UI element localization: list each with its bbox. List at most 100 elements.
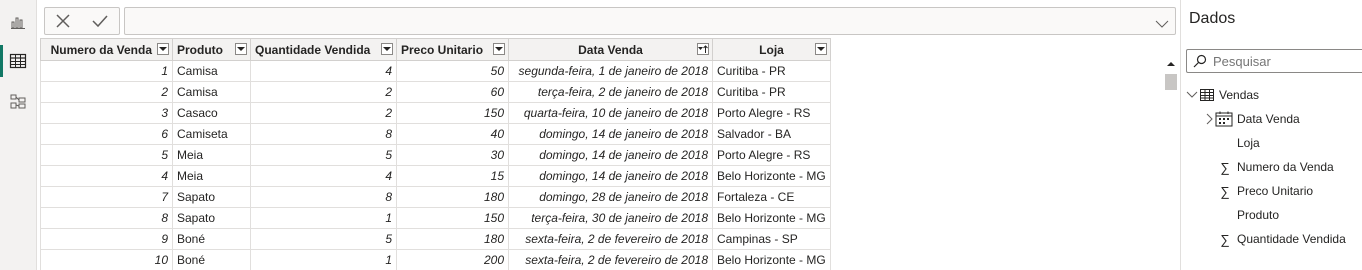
cell-quantidade-vendida[interactable]: 2 (250, 102, 397, 124)
table-row[interactable]: 1 Camisa 4 50 segunda-feira, 1 de janeiro de… (40, 60, 831, 82)
tree-table-vendas[interactable]: Vendas (1186, 85, 1259, 105)
cell-preco-unitario[interactable]: 60 (396, 81, 509, 103)
cell-loja[interactable]: Curitiba - PR (712, 60, 831, 82)
filter-dropdown-button[interactable] (815, 43, 827, 55)
field-produto[interactable]: Produto (1237, 205, 1279, 225)
cell-numero-da-venda[interactable]: 7 (40, 186, 173, 208)
cell-loja[interactable]: Curitiba - PR (712, 81, 831, 103)
table-row[interactable]: 9 Boné 5 180 sexta-feira, 2 de fevereiro de … (40, 228, 831, 250)
table-row[interactable]: 10 Boné 1 200 sexta-feira, 2 de fevereiro de… (40, 249, 831, 270)
table-view-button[interactable] (0, 43, 36, 79)
expand-formula-button[interactable] (1155, 14, 1169, 33)
cell-data-venda[interactable]: domingo, 14 de janeiro de 2018 (508, 123, 713, 145)
cell-numero-da-venda[interactable]: 2 (40, 81, 173, 103)
cell-loja[interactable]: Campinas - SP (712, 228, 831, 250)
cell-produto[interactable]: Sapato (172, 207, 251, 229)
cell-quantidade-vendida[interactable]: 2 (250, 81, 397, 103)
cell-produto[interactable]: Camiseta (172, 123, 251, 145)
field-preco-unitario[interactable]: ∑ Preco Unitario (1217, 181, 1313, 201)
cell-data-venda[interactable]: sexta-feira, 2 de fevereiro de 2018 (508, 228, 713, 250)
cell-quantidade-vendida[interactable]: 1 (250, 207, 397, 229)
cell-numero-da-venda[interactable]: 4 (40, 165, 173, 187)
cell-data-venda[interactable]: segunda-feira, 1 de janeiro de 2018 (508, 60, 713, 82)
cell-preco-unitario[interactable]: 150 (396, 207, 509, 229)
cell-preco-unitario[interactable]: 15 (396, 165, 509, 187)
cell-produto[interactable]: Casaco (172, 102, 251, 124)
filter-dropdown-button[interactable] (493, 43, 505, 55)
cell-loja[interactable]: Belo Horizonte - MG (712, 249, 831, 270)
filter-dropdown-button[interactable] (157, 43, 169, 55)
cell-numero-da-venda[interactable]: 5 (40, 144, 173, 166)
cell-quantidade-vendida[interactable]: 8 (250, 186, 397, 208)
cell-data-venda[interactable]: domingo, 14 de janeiro de 2018 (508, 144, 713, 166)
table-row[interactable]: 7 Sapato 8 180 domingo, 28 de janeiro de 201… (40, 186, 831, 208)
column-header-quantidade-vendida[interactable]: Quantidade Vendida (250, 38, 397, 61)
cell-preco-unitario[interactable]: 180 (396, 228, 509, 250)
cell-preco-unitario[interactable]: 40 (396, 123, 509, 145)
cell-quantidade-vendida[interactable]: 4 (250, 60, 397, 82)
cell-produto[interactable]: Camisa (172, 81, 251, 103)
table-row[interactable]: 5 Meia 5 30 domingo, 14 de janeiro de 2018 Po… (40, 144, 831, 166)
cell-loja[interactable]: Salvador - BA (712, 123, 831, 145)
cell-quantidade-vendida[interactable]: 4 (250, 165, 397, 187)
field-loja[interactable]: Loja (1237, 133, 1260, 153)
table-row[interactable]: 8 Sapato 1 150 terça-feira, 30 de janeiro de… (40, 207, 831, 229)
cell-numero-da-venda[interactable]: 6 (40, 123, 173, 145)
sort-filter-button[interactable] (697, 43, 709, 55)
cell-quantidade-vendida[interactable]: 5 (250, 144, 397, 166)
column-header-numero-da-venda[interactable]: Numero da Venda (40, 38, 173, 61)
cell-preco-unitario[interactable]: 200 (396, 249, 509, 270)
table-row[interactable]: 3 Casaco 2 150 quarta-feira, 10 de janeiro d… (40, 102, 831, 124)
filter-dropdown-button[interactable] (381, 43, 393, 55)
column-header-data-venda[interactable]: Data Venda (508, 38, 713, 61)
cell-numero-da-venda[interactable]: 1 (40, 60, 173, 82)
formula-input[interactable] (124, 7, 1176, 35)
cell-numero-da-venda[interactable]: 3 (40, 102, 173, 124)
cell-preco-unitario[interactable]: 30 (396, 144, 509, 166)
cell-produto[interactable]: Meia (172, 165, 251, 187)
field-data-venda[interactable]: Data Venda (1205, 109, 1300, 129)
cell-numero-da-venda[interactable]: 9 (40, 228, 173, 250)
cell-loja[interactable]: Porto Alegre - RS (712, 102, 831, 124)
cell-loja[interactable]: Fortaleza - CE (712, 186, 831, 208)
cell-data-venda[interactable]: terça-feira, 2 de janeiro de 2018 (508, 81, 713, 103)
column-header-produto[interactable]: Produto (172, 38, 251, 61)
scrollbar-thumb[interactable] (1165, 74, 1177, 90)
cancel-formula-button[interactable] (55, 13, 71, 29)
search-input[interactable] (1211, 52, 1355, 70)
cell-loja[interactable]: Belo Horizonte - MG (712, 207, 831, 229)
cell-produto[interactable]: Camisa (172, 60, 251, 82)
field-numero-da-venda[interactable]: ∑ Numero da Venda (1217, 157, 1333, 177)
table-row[interactable]: 2 Camisa 2 60 terça-feira, 2 de janeiro de 2… (40, 81, 831, 103)
cell-produto[interactable]: Meia (172, 144, 251, 166)
cell-produto[interactable]: Boné (172, 228, 251, 250)
search-box[interactable] (1186, 49, 1362, 73)
filter-dropdown-button[interactable] (235, 43, 247, 55)
cell-produto[interactable]: Sapato (172, 186, 251, 208)
column-header-loja[interactable]: Loja (712, 38, 831, 61)
cell-preco-unitario[interactable]: 50 (396, 60, 509, 82)
cell-numero-da-venda[interactable]: 8 (40, 207, 173, 229)
field-quantidade-vendida[interactable]: ∑ Quantidade Vendida (1217, 229, 1345, 249)
model-view-button[interactable] (0, 84, 36, 120)
table-row[interactable]: 4 Meia 4 15 domingo, 14 de janeiro de 2018 Be… (40, 165, 831, 187)
cell-quantidade-vendida[interactable]: 1 (250, 249, 397, 270)
cell-data-venda[interactable]: quarta-feira, 10 de janeiro de 2018 (508, 102, 713, 124)
cell-preco-unitario[interactable]: 180 (396, 186, 509, 208)
scroll-up-button[interactable] (1164, 58, 1178, 70)
cell-loja[interactable]: Porto Alegre - RS (712, 144, 831, 166)
report-view-button[interactable] (0, 4, 36, 40)
cell-numero-da-venda[interactable]: 10 (40, 249, 173, 270)
cell-produto[interactable]: Boné (172, 249, 251, 270)
cell-data-venda[interactable]: domingo, 14 de janeiro de 2018 (508, 165, 713, 187)
cell-data-venda[interactable]: terça-feira, 30 de janeiro de 2018 (508, 207, 713, 229)
commit-formula-button[interactable] (91, 13, 109, 29)
table-row[interactable]: 6 Camiseta 8 40 domingo, 14 de janeiro de 20… (40, 123, 831, 145)
cell-quantidade-vendida[interactable]: 5 (250, 228, 397, 250)
cell-data-venda[interactable]: sexta-feira, 2 de fevereiro de 2018 (508, 249, 713, 270)
cell-preco-unitario[interactable]: 150 (396, 102, 509, 124)
column-header-preco-unitario[interactable]: Preco Unitario (396, 38, 509, 61)
cell-quantidade-vendida[interactable]: 8 (250, 123, 397, 145)
cell-loja[interactable]: Belo Horizonte - MG (712, 165, 831, 187)
cell-data-venda[interactable]: domingo, 28 de janeiro de 2018 (508, 186, 713, 208)
